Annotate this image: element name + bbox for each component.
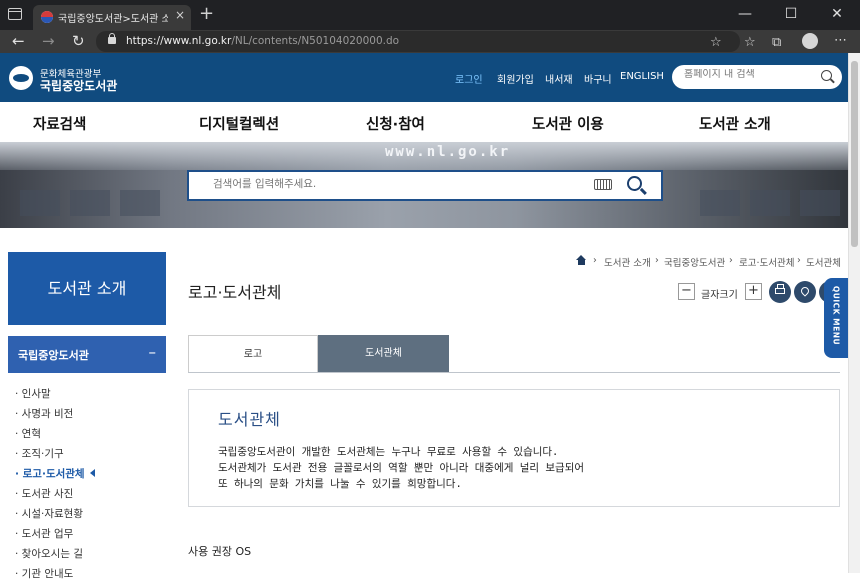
print-button[interactable]: [769, 281, 791, 303]
breadcrumb-separator: ›: [797, 255, 801, 266]
search-icon[interactable]: [821, 70, 832, 81]
active-caret-icon: [89, 469, 95, 477]
banner-site-text: www.nl.go.kr: [385, 144, 511, 160]
login-link[interactable]: 로그인: [455, 71, 483, 86]
site-favicon-icon: [41, 11, 53, 23]
banner-search-field[interactable]: [187, 170, 663, 201]
sidebar-item-photos[interactable]: · 도서관 사진: [15, 486, 73, 501]
printer-icon: [775, 284, 785, 294]
info-text-line: 도서관체가 도서관 전용 글꼴로서의 역할 뿐만 아니라 대중에게 널리 보급되…: [218, 462, 585, 474]
nav-digital-collection[interactable]: 디지털컬렉션: [199, 113, 279, 134]
main-navigation: 자료검색 디지털컬렉션 신청·참여 도서관 이용 도서관 소개: [0, 102, 860, 142]
url-text: https://www.nl.go.kr/NL/contents/N501040…: [126, 35, 400, 47]
tab-library-font[interactable]: 도서관체: [318, 335, 449, 373]
font-info-box: 도서관체 국립중앙도서관이 개발한 도서관체는 누구나 무료로 사용할 수 있습…: [188, 389, 840, 507]
url-field[interactable]: https://www.nl.go.kr/NL/contents/N501040…: [96, 31, 740, 52]
site-header: 문화체육관광부 국립중앙도서관 로그인 회원가입 내서재 바구니 ENGLISH: [0, 53, 860, 102]
favorites-icon[interactable]: ☆: [744, 35, 756, 50]
nav-search-materials[interactable]: 자료검색: [33, 113, 86, 134]
breadcrumb-separator: ›: [593, 255, 597, 266]
page-title: 로고·도서관체: [188, 283, 282, 302]
keyboard-icon[interactable]: [594, 179, 612, 190]
recommended-os-heading: 사용 권장 OS: [188, 545, 252, 558]
quick-menu-button[interactable]: QUICK MENU: [824, 278, 848, 358]
banner-building-window: [750, 190, 790, 216]
nav-apply-participate[interactable]: 신청·참여: [366, 113, 425, 134]
tab-title: 국립중앙도서관>도서관 소개>로: [58, 14, 168, 25]
signup-link[interactable]: 회원가입: [497, 71, 534, 86]
maximize-button[interactable]: ☐: [768, 0, 814, 30]
nav-library-intro[interactable]: 도서관 소개: [699, 113, 771, 134]
sidebar-item-logo-font[interactable]: · 로고·도서관체: [15, 466, 95, 481]
banner-building-window: [20, 190, 60, 216]
sidebar-item-facilities[interactable]: · 시설·자료현황: [15, 506, 83, 521]
address-bar-row: ← → ↻ https://www.nl.go.kr/NL/contents/N…: [0, 30, 860, 53]
font-size-label: 글자크기: [701, 290, 738, 301]
new-tab-icon[interactable]: +: [199, 3, 214, 24]
font-size-decrease-button[interactable]: −: [678, 283, 695, 300]
sidebar-item-floor-guide[interactable]: · 기관 안내도: [15, 566, 73, 581]
info-text-line: 또 하나의 문화 가치를 나눌 수 있기를 희망합니다.: [218, 478, 462, 490]
banner-building-window: [800, 190, 840, 216]
window-close-button[interactable]: ✕: [814, 0, 860, 30]
sidebar-title: 도서관 소개: [8, 252, 166, 325]
forward-arrow-icon[interactable]: →: [42, 31, 55, 51]
info-heading: 도서관체: [218, 410, 281, 429]
sidebar-item-label: · 로고·도서관체: [15, 468, 85, 480]
minimize-button[interactable]: —: [722, 0, 768, 30]
page-scrollbar[interactable]: [848, 53, 860, 573]
more-menu-icon[interactable]: ⋯: [834, 33, 847, 48]
hero-banner: www.nl.go.kr: [0, 142, 860, 228]
tab-actions-icon[interactable]: [8, 8, 22, 20]
banner-search-input[interactable]: [213, 178, 573, 190]
english-link[interactable]: ENGLISH: [620, 71, 664, 82]
site-search-field[interactable]: [672, 65, 842, 89]
sidebar-item-history[interactable]: · 연혁: [15, 426, 41, 441]
info-text-line: 국립중앙도서관이 개발한 도서관체는 누구나 무료로 사용할 수 있습니다.: [218, 446, 559, 458]
scrollbar-thumb[interactable]: [851, 61, 858, 247]
sidebar-item-mission-vision[interactable]: · 사명과 비전: [15, 406, 73, 421]
tab-divider: [188, 372, 840, 373]
nav-library-use[interactable]: 도서관 이용: [532, 113, 604, 134]
cart-link[interactable]: 바구니: [584, 71, 612, 86]
breadcrumb-current: 도서관체: [806, 258, 841, 269]
banner-building-window: [120, 190, 160, 216]
breadcrumb-item[interactable]: 국립중앙도서관: [664, 255, 725, 269]
refresh-icon[interactable]: ↻: [72, 31, 85, 51]
banner-building-window: [70, 190, 110, 216]
browser-tab[interactable]: 국립중앙도서관>도서관 소개>로 ×: [33, 5, 191, 30]
sidebar-item-work[interactable]: · 도서관 업무: [15, 526, 73, 541]
collections-icon[interactable]: ⧉: [772, 35, 781, 50]
browser-tab-bar: 국립중앙도서관>도서관 소개>로 × + — ☐ ✕: [0, 0, 860, 30]
pin-icon: [799, 285, 811, 297]
tab-logo[interactable]: 로고: [188, 335, 318, 373]
breadcrumb-item[interactable]: 도서관 소개: [604, 255, 651, 269]
sidebar-item-greeting[interactable]: · 인사말: [15, 386, 51, 401]
search-icon[interactable]: [627, 176, 642, 191]
tab-close-icon[interactable]: ×: [175, 8, 185, 22]
profile-avatar[interactable]: [802, 33, 818, 49]
collapse-icon[interactable]: –: [149, 343, 157, 361]
site-search-input[interactable]: [684, 69, 814, 80]
government-emblem-icon[interactable]: [9, 66, 33, 90]
quick-menu-label: QUICK MENU: [831, 285, 841, 346]
home-icon[interactable]: [576, 255, 587, 265]
sidebar-section-label: 국립중앙도서관: [18, 349, 89, 362]
favorite-add-icon[interactable]: ☆: [710, 35, 722, 50]
back-arrow-icon[interactable]: ←: [12, 31, 25, 51]
sidebar-item-directions[interactable]: · 찾아오시는 길: [15, 546, 83, 561]
my-library-link[interactable]: 내서재: [545, 71, 573, 86]
font-size-increase-button[interactable]: +: [745, 283, 762, 300]
sidebar-item-organization[interactable]: · 조직·기구: [15, 446, 64, 461]
sidebar-section-header[interactable]: 국립중앙도서관 –: [8, 336, 166, 373]
library-name[interactable]: 국립중앙도서관: [40, 77, 117, 94]
banner-building-window: [700, 190, 740, 216]
bookmark-button[interactable]: [794, 281, 816, 303]
breadcrumb-separator: ›: [655, 255, 659, 266]
breadcrumb-item[interactable]: 로고·도서관체: [739, 255, 794, 269]
breadcrumb-separator: ›: [729, 255, 733, 266]
lock-icon: [108, 33, 116, 44]
